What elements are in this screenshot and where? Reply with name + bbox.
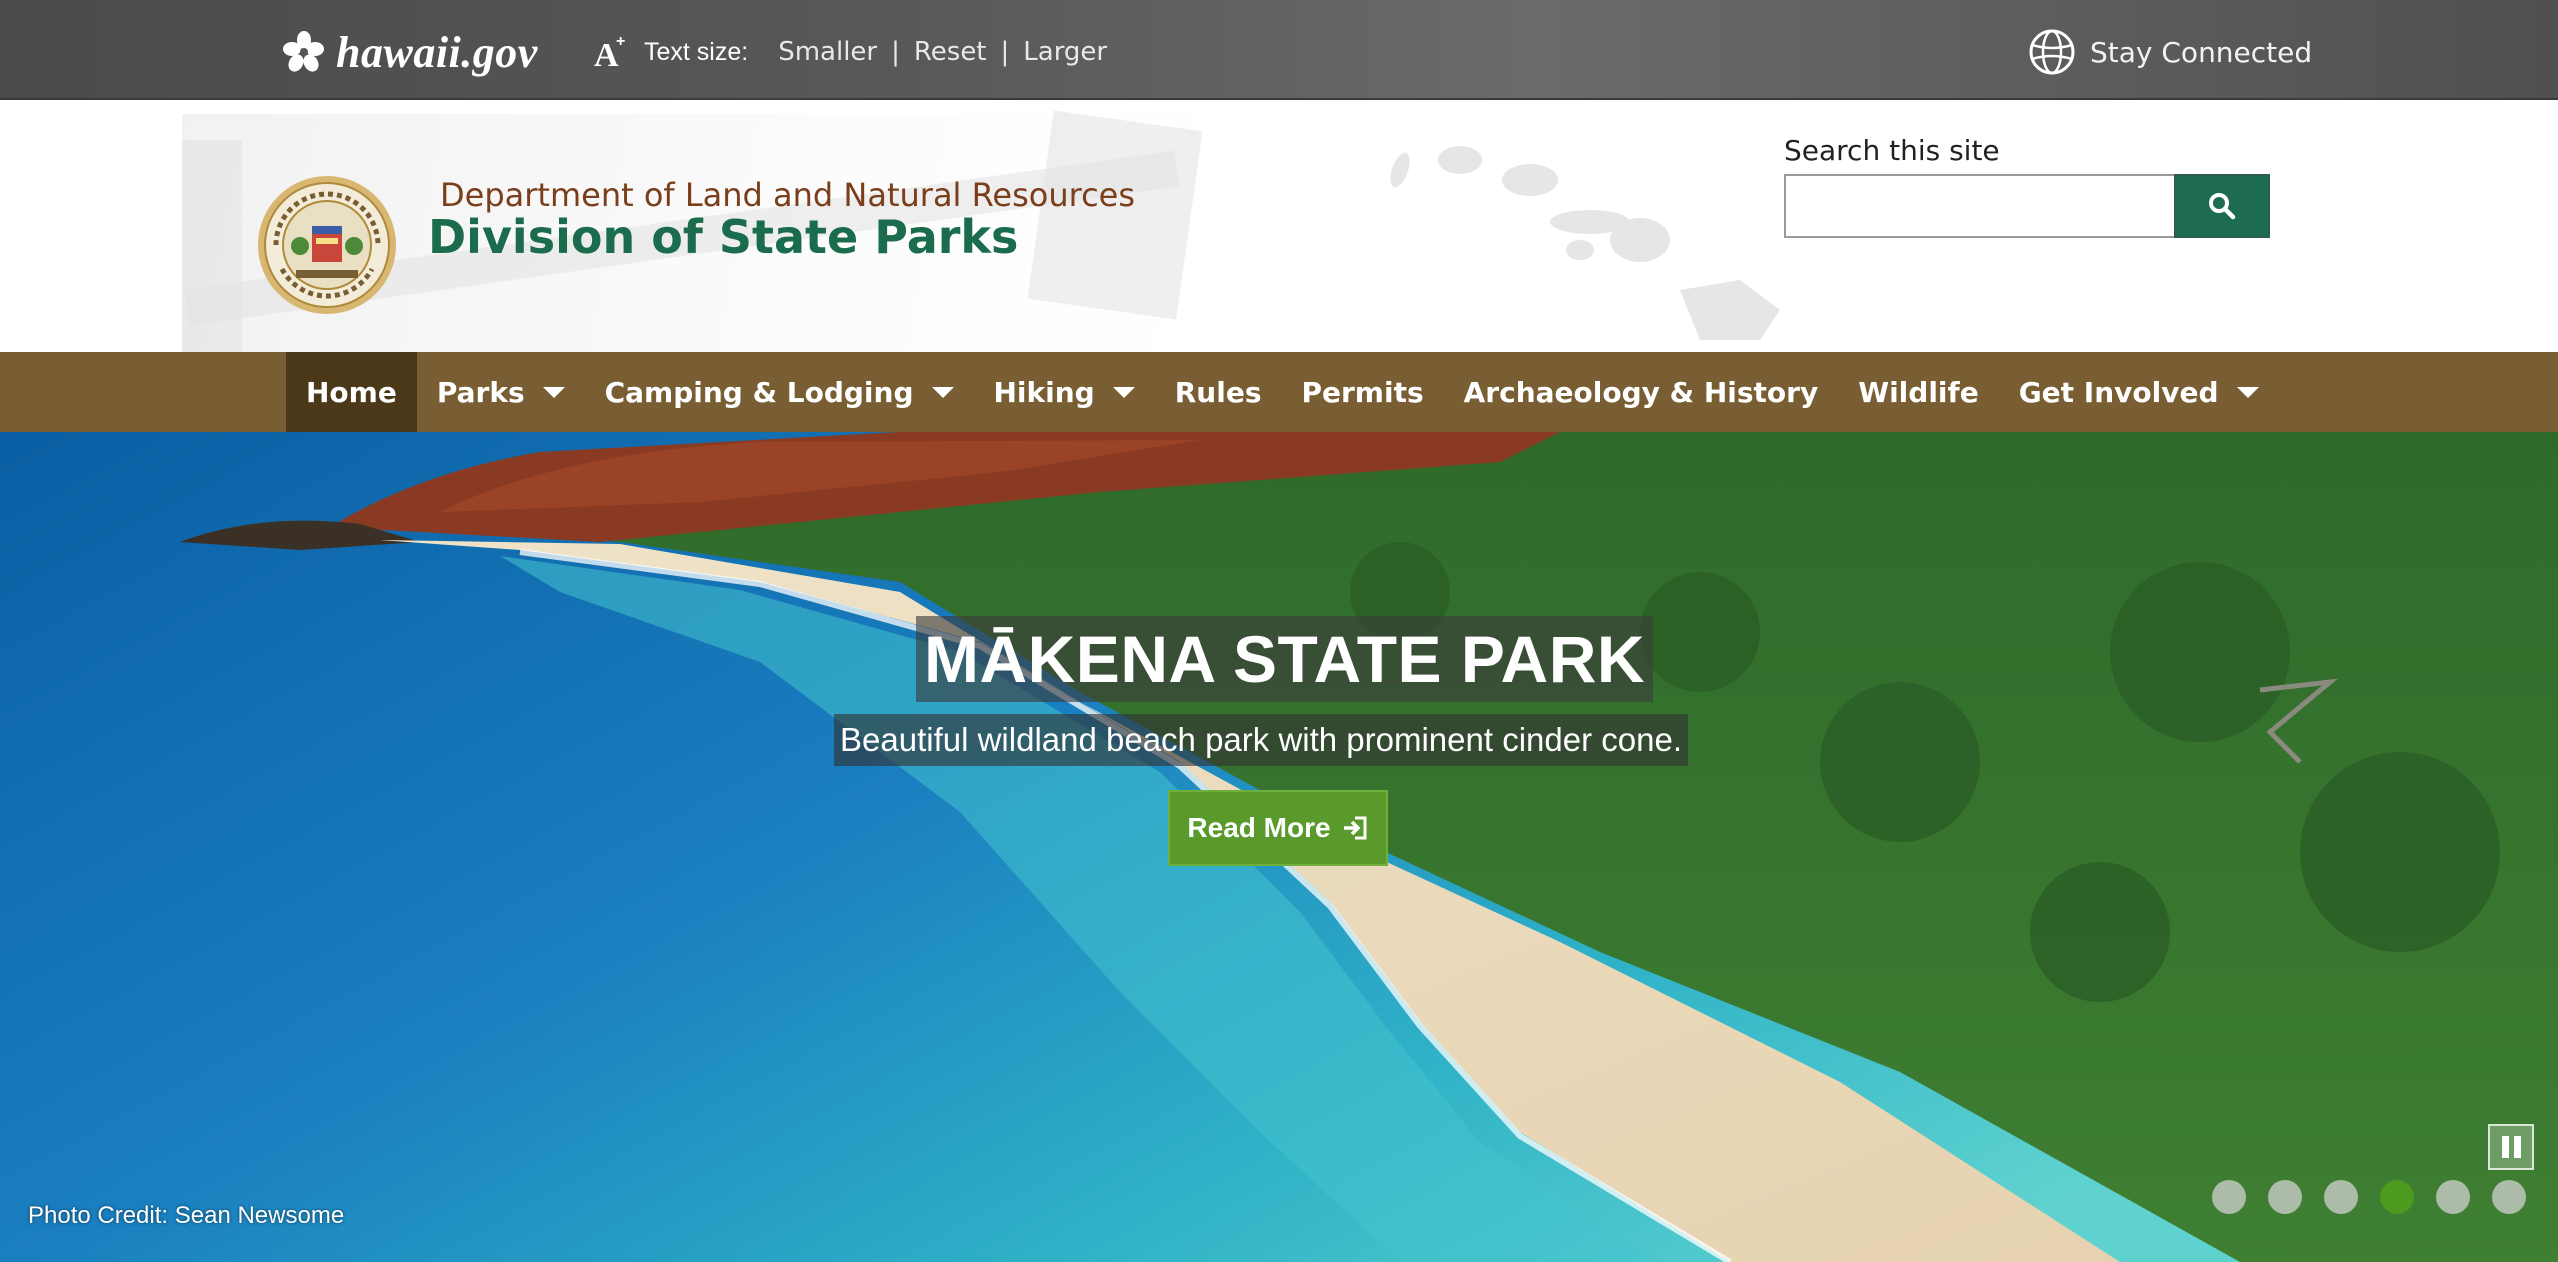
carousel-dot-5[interactable] xyxy=(2436,1180,2470,1214)
read-more-button[interactable]: Read More xyxy=(1168,790,1388,866)
text-reset-link[interactable]: Reset xyxy=(914,37,987,67)
search-label: Search this site xyxy=(1784,134,2000,167)
utility-bar: hawaii.gov A + Text size: Smaller | Rese… xyxy=(0,0,2558,100)
flag-stripe xyxy=(182,140,242,352)
nav-item-label: Wildlife xyxy=(1858,375,1979,409)
text-size-icon: A + xyxy=(594,33,625,72)
nav-item-label: Home xyxy=(306,375,397,409)
text-size-controls: A + Text size: Smaller | Reset | Larger xyxy=(592,30,1107,74)
photo-credit: Photo Credit: Sean Newsome xyxy=(28,1202,345,1229)
nav-item-label: Hiking xyxy=(993,375,1095,409)
nav-item-wildlife[interactable]: Wildlife xyxy=(1838,352,1999,432)
nav-item-rules[interactable]: Rules xyxy=(1155,352,1282,432)
nav-item-permits[interactable]: Permits xyxy=(1281,352,1443,432)
nav-item-label: Rules xyxy=(1174,375,1262,409)
department-name: Department of Land and Natural Resources xyxy=(440,176,1136,214)
text-smaller-link[interactable]: Smaller xyxy=(778,37,877,67)
caret-down-icon xyxy=(542,386,565,398)
stay-connected-link[interactable]: Stay Connected xyxy=(2028,28,2312,76)
pause-button[interactable] xyxy=(2488,1124,2534,1170)
carousel-dot-4[interactable] xyxy=(2380,1180,2414,1214)
carousel-dot-2[interactable] xyxy=(2268,1180,2302,1214)
flag-stripe xyxy=(1027,110,1203,320)
nav-item-label: Parks xyxy=(436,375,525,409)
hibiscus-icon xyxy=(283,31,324,72)
nav-item-label: Permits xyxy=(1301,375,1424,409)
caret-down-icon xyxy=(931,386,954,398)
text-larger-link[interactable]: Larger xyxy=(1023,37,1107,67)
nav-item-label: Camping & Lodging xyxy=(604,375,914,409)
carousel-dot-1[interactable] xyxy=(2212,1180,2246,1214)
caret-down-icon xyxy=(2236,386,2259,398)
search-icon xyxy=(2209,193,2236,220)
caret-down-icon xyxy=(1112,386,1135,398)
carousel-dots xyxy=(2212,1180,2526,1214)
globe-icon xyxy=(2029,29,2075,75)
nav-item-parks[interactable]: Parks xyxy=(417,352,585,432)
nav-list: Home Parks Camping & Lodging Hiking Rules Per… xyxy=(286,352,2279,432)
pause-icon xyxy=(2513,1136,2521,1158)
nav-item-label: Get Involved xyxy=(2018,375,2219,409)
hero-subtitle: Beautiful wildland beach park with promi… xyxy=(834,714,1688,766)
main-nav: Home Parks Camping & Lodging Hiking Rules Per… xyxy=(0,352,2558,432)
read-more-label: Read More xyxy=(1187,812,1331,843)
nav-item-label: Archaeology & History xyxy=(1463,375,1819,409)
hawaii-gov-text: hawaii.gov xyxy=(336,27,538,77)
nav-item-home[interactable]: Home xyxy=(286,352,417,432)
hawaiian-islands-map xyxy=(1390,146,1780,340)
site-header: Department of Land and Natural Resources… xyxy=(0,100,2558,352)
hawaii-gov-logo[interactable]: hawaii.gov xyxy=(282,27,538,77)
separator: | xyxy=(1000,37,1010,67)
division-title[interactable]: Division of State Parks xyxy=(428,210,1018,264)
carousel-dot-6[interactable] xyxy=(2492,1180,2526,1214)
svg-text:+: + xyxy=(616,33,625,50)
separator: | xyxy=(891,37,900,67)
hero-title: MĀKENA STATE PARK xyxy=(916,616,1654,702)
hero-carousel: MĀKENA STATE PARK Beautiful wildland bea… xyxy=(0,432,2558,1262)
stay-connected-label: Stay Connected xyxy=(2090,35,2313,69)
sign-in-icon xyxy=(1343,816,1367,840)
pause-icon xyxy=(2501,1136,2509,1158)
state-seal xyxy=(258,176,396,314)
nav-item-hiking[interactable]: Hiking xyxy=(974,352,1155,432)
nav-item-archaeology-and-history[interactable]: Archaeology & History xyxy=(1444,352,1839,432)
carousel-dot-3[interactable] xyxy=(2324,1180,2358,1214)
nav-item-get-involved[interactable]: Get Involved xyxy=(1999,352,2279,432)
nav-item-camping-and-lodging[interactable]: Camping & Lodging xyxy=(585,352,974,432)
text-size-label: Text size: xyxy=(644,37,749,66)
search-button[interactable] xyxy=(2174,174,2270,238)
search-input[interactable] xyxy=(1784,174,2174,238)
